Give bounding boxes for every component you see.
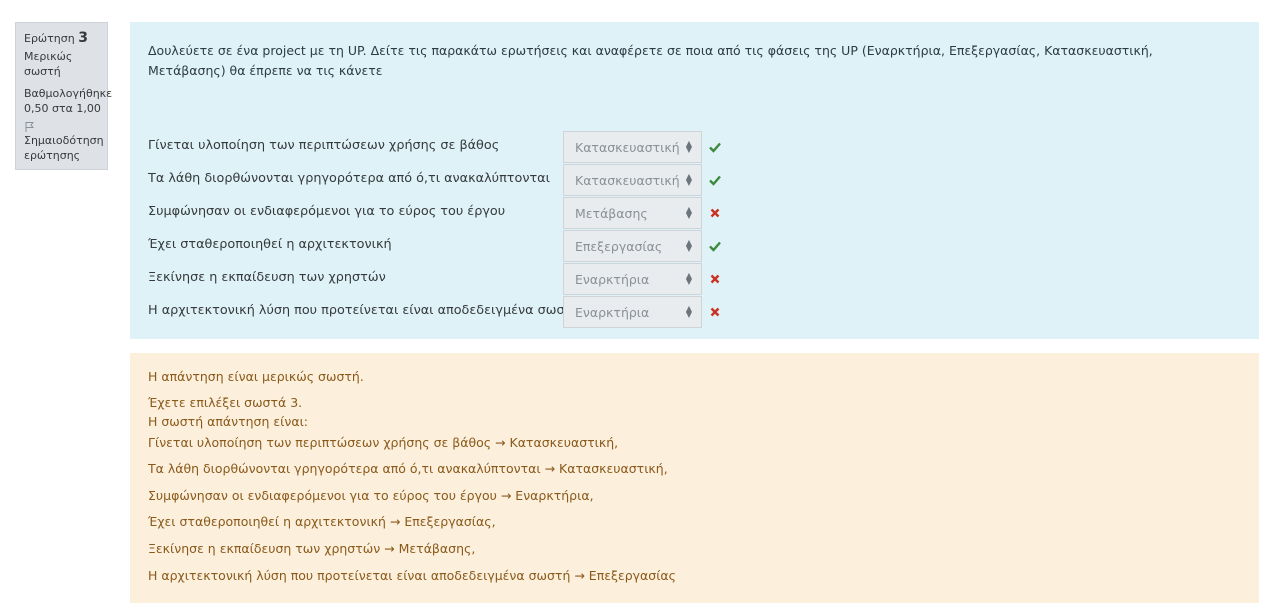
phase-select[interactable]: Κατασκευαστική ▲ ▼ (563, 131, 702, 163)
answer-row: Τα λάθη διορθώνονται γρηγορότερα από ό,τ… (148, 164, 748, 196)
answer-row-label: Γίνεται υλοποίηση των περιπτώσεων χρήσης… (148, 138, 500, 153)
phase-select-value: Μετάβασης (575, 206, 648, 221)
cross-icon (710, 307, 720, 317)
answer-row: Η αρχιτεκτονική λύση που προτείνεται είν… (148, 296, 748, 328)
phase-select-value: Εναρκτήρια (575, 305, 650, 320)
answer-row: Γίνεται υλοποίηση των περιπτώσεων χρήσης… (148, 131, 748, 163)
flag-label-2: ερώτησης (24, 149, 81, 162)
question-state: Μερικώς σωστή (24, 50, 73, 78)
check-icon (709, 142, 721, 153)
answer-row-label: Συμφώνησαν οι ενδιαφερόμενοι για το εύρο… (148, 204, 506, 219)
answer-row-label: Τα λάθη διορθώνονται γρηγορότερα από ό,τ… (148, 171, 550, 186)
phase-select[interactable]: Επεξεργασίας ▲ ▼ (563, 230, 702, 262)
phase-select[interactable]: Εναρκτήρια ▲ ▼ (563, 263, 702, 295)
feedback-answer-line: Η αρχιτεκτονική λύση που προτείνεται είν… (148, 568, 677, 583)
select-arrows-icon: ▲ ▼ (685, 139, 692, 154)
select-arrows-icon: ▲ ▼ (685, 238, 692, 253)
answer-row: Συμφώνησαν οι ενδιαφερόμενοι για το εύρο… (148, 197, 748, 229)
phase-select[interactable]: Μετάβασης ▲ ▼ (563, 197, 702, 229)
question-info-panel: Ερώτηση 3 Μερικώς σωστή Βαθμολογήθηκε 0,… (15, 22, 113, 170)
phase-select[interactable]: Εναρκτήρια ▲ ▼ (563, 296, 702, 328)
question-text: Δουλεύετε σε ένα project με τη UP. Δείτε… (148, 43, 1153, 78)
phase-select[interactable]: Κατασκευαστική ▲ ▼ (563, 164, 702, 196)
question-content: Δουλεύετε σε ένα project με τη UP. Δείτε… (130, 22, 1259, 339)
answer-row-label: Η αρχιτεκτονική λύση που προτείνεται είν… (148, 303, 581, 318)
check-icon (709, 175, 721, 186)
feedback-panel: Η απάντηση είναι μερικώς σωστή. Έχετε επ… (130, 353, 1259, 603)
answer-row: Έχει σταθεροποιηθεί η αρχιτεκτονική Επεξε… (148, 230, 748, 262)
select-arrows-icon: ▲ ▼ (685, 304, 692, 319)
feedback-right-answer-intro: Η σωστή απάντηση είναι: (148, 414, 309, 429)
select-arrows-icon: ▲ ▼ (685, 271, 692, 286)
phase-select-value: Εναρκτήρια (575, 272, 650, 287)
feedback-answer-line: Τα λάθη διορθώνονται γρηγορότερα από ό,τ… (148, 461, 668, 476)
feedback-summary: Η απάντηση είναι μερικώς σωστή. (148, 369, 364, 384)
answer-row-label: Ξεκίνησε η εκπαίδευση των χρηστών (148, 270, 386, 285)
select-arrows-icon: ▲ ▼ (685, 205, 692, 220)
flag-question-link[interactable]: Σημαιοδότηση ερώτησης (24, 121, 104, 163)
cross-icon (710, 208, 720, 218)
question-number: 3 (78, 30, 88, 46)
feedback-answer-line: Ξεκίνησε η εκπαίδευση των χρηστών → Μετά… (148, 541, 476, 556)
feedback-answer-line: Έχει σταθεροποιηθεί η αρχιτεκτονική → Επ… (148, 514, 496, 529)
flag-icon (25, 122, 35, 132)
feedback-answer-line: Γίνεται υλοποίηση των περιπτώσεων χρήσης… (148, 435, 619, 450)
phase-select-value: Κατασκευαστική (575, 173, 680, 188)
answer-row-label: Έχει σταθεροποιηθεί η αρχιτεκτονική (148, 237, 392, 252)
question-label: Ερώτηση (24, 32, 75, 45)
question-grade: Βαθμολογήθηκε 0,50 στα 1,00 (24, 86, 113, 116)
question-number-line: Ερώτηση 3 (24, 31, 101, 46)
select-arrows-icon: ▲ ▼ (685, 172, 692, 187)
flag-label: Σημαιοδότηση (24, 134, 104, 147)
phase-select-value: Επεξεργασίας (575, 239, 663, 254)
cross-icon (710, 274, 720, 284)
feedback-answer-line: Συμφώνησαν οι ενδιαφερόμενοι για το εύρο… (148, 488, 594, 503)
grade-value: 0,50 στα 1,00 (24, 102, 101, 115)
answer-row: Ξεκίνησε η εκπαίδευση των χρηστών Εναρκτή… (148, 263, 748, 295)
feedback-selected-count: Έχετε επιλέξει σωστά 3. (148, 395, 303, 410)
check-icon (709, 241, 721, 252)
phase-select-value: Κατασκευαστική (575, 140, 680, 155)
grade-label: Βαθμολογήθηκε (24, 87, 113, 100)
